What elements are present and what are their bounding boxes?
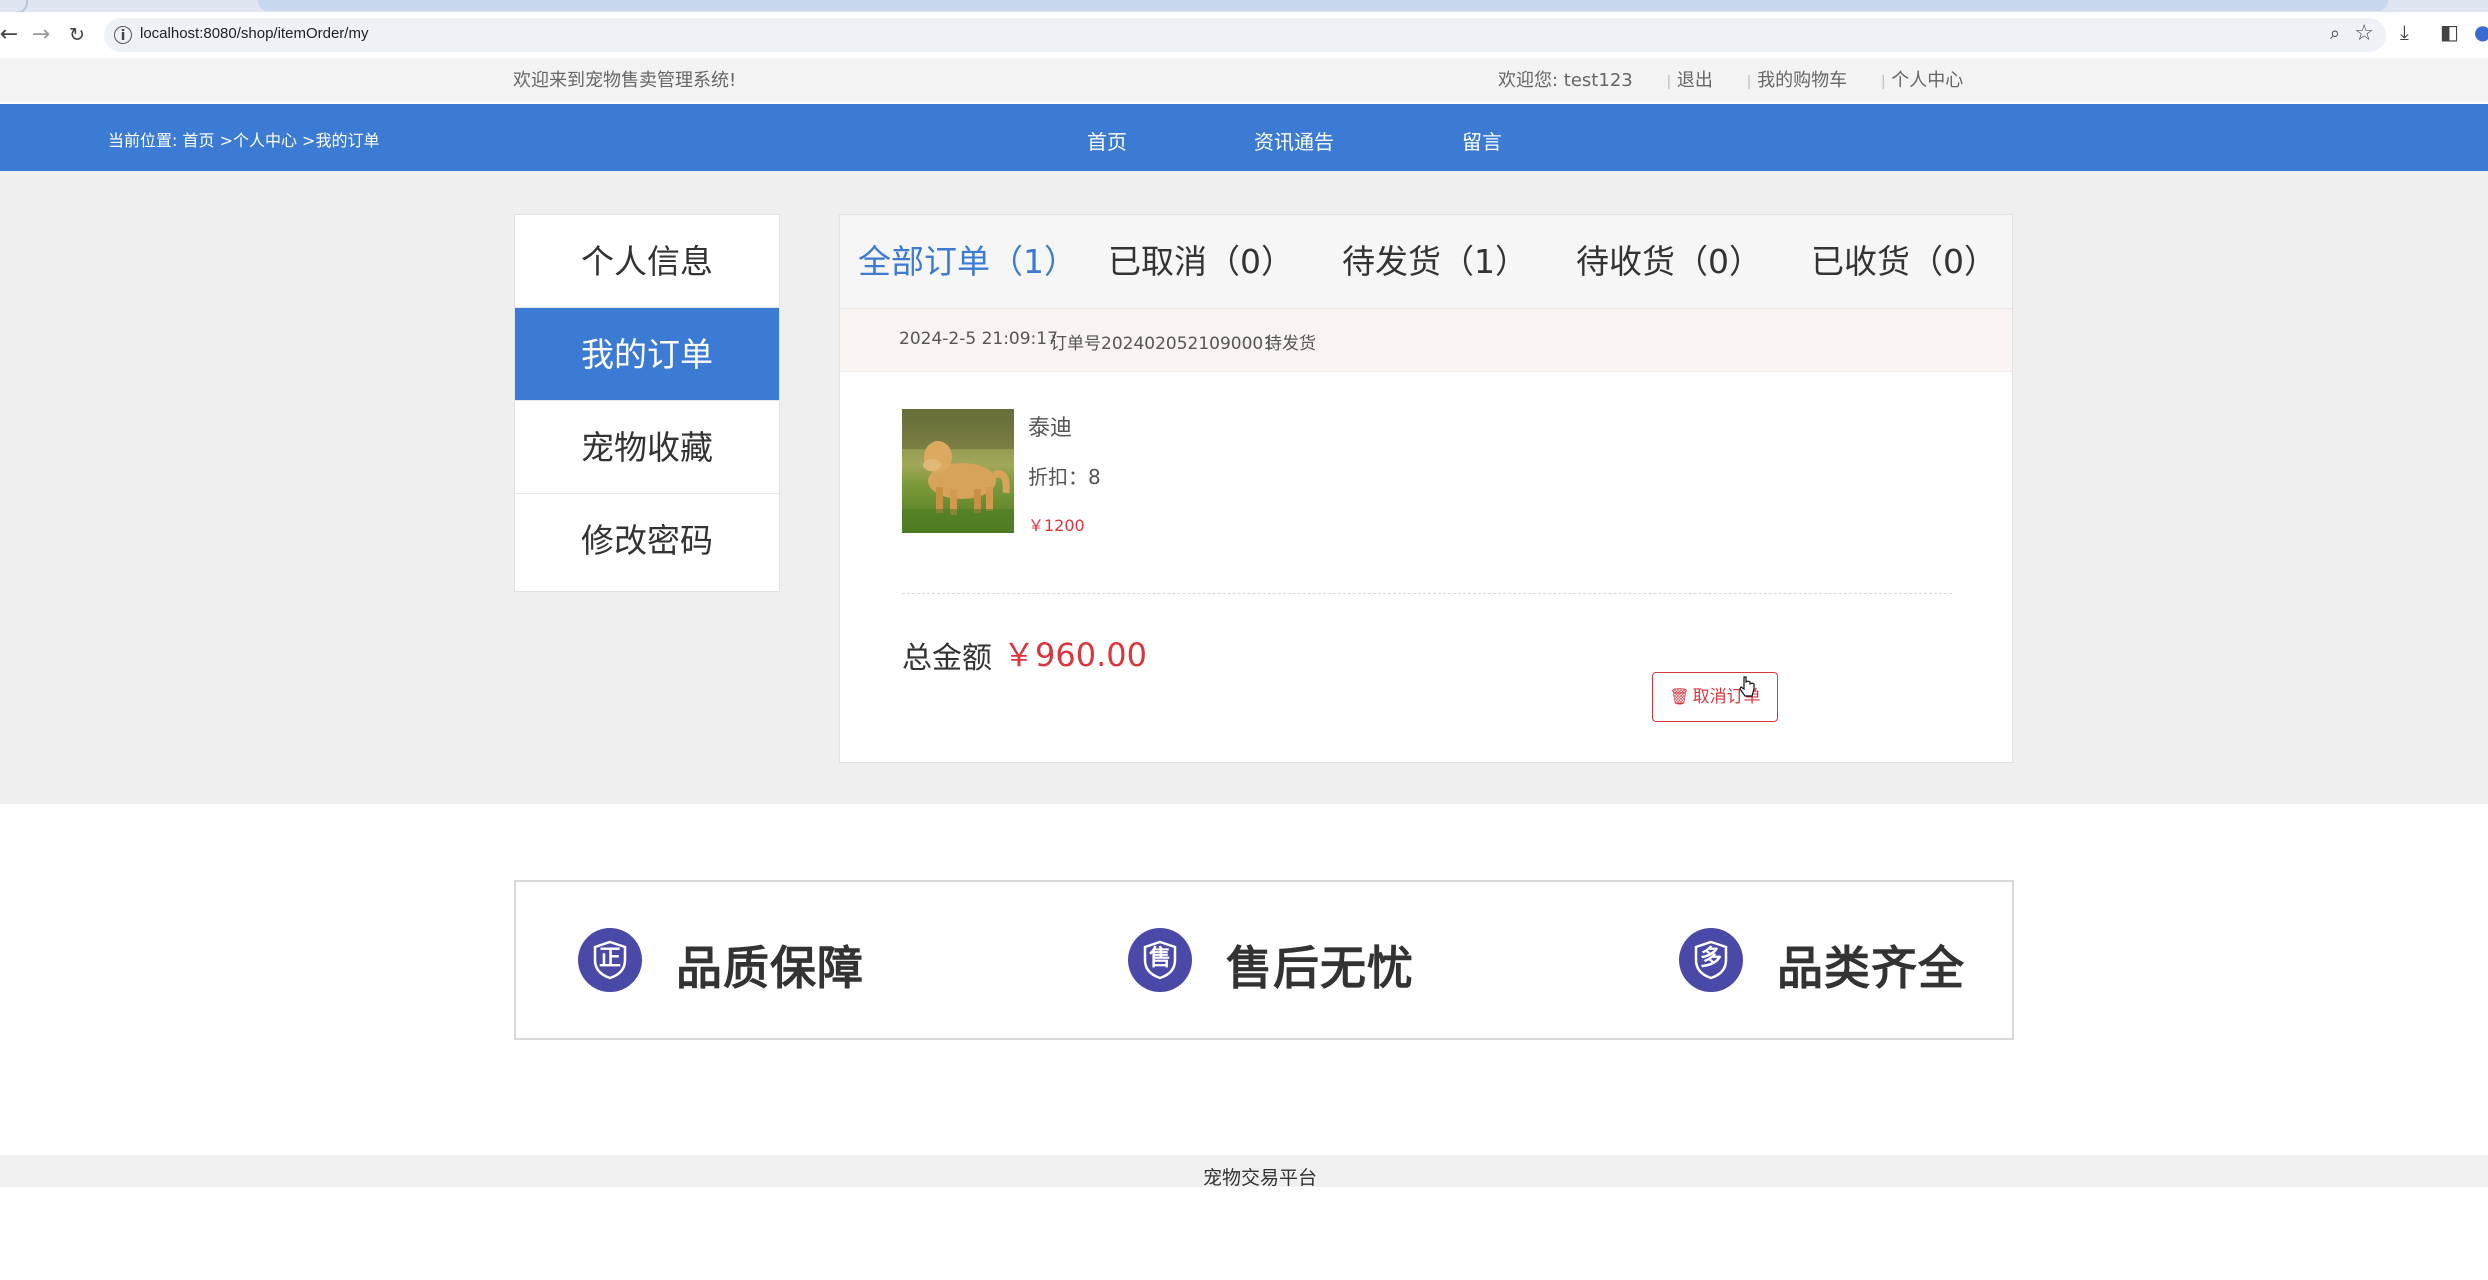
- active-tab-shape: [258, 0, 2388, 11]
- order-number: 订单号2024020521090001: [1050, 334, 1275, 354]
- tab-pending-shipment[interactable]: 待发货（1）: [1342, 215, 1528, 308]
- nav-home[interactable]: 首页: [1087, 126, 1127, 155]
- trash-icon: 🗑: [1669, 687, 1690, 706]
- tab-pending-receipt[interactable]: 待收货（0）: [1576, 215, 1762, 308]
- zoom-icon[interactable]: ⌕: [2330, 23, 2340, 44]
- logout-link[interactable]: 退出: [1677, 70, 1713, 91]
- cart-link[interactable]: 我的购物车: [1757, 70, 1847, 91]
- nav-messages[interactable]: 留言: [1462, 126, 1502, 155]
- product-thumbnail[interactable]: [902, 409, 1014, 533]
- divider: |: [1746, 74, 1752, 90]
- total-label: 总金额: [902, 641, 992, 676]
- download-icon[interactable]: ⤓: [2400, 20, 2409, 44]
- divider-line: [902, 593, 1952, 594]
- shield-duo-icon: 多: [1679, 928, 1743, 992]
- shield-zheng-icon: 正: [578, 928, 642, 992]
- tab-received[interactable]: 已收货（0）: [1811, 215, 1997, 308]
- browser-toolbar: ← → ↻ i localhost:8080/shop/itemOrder/my…: [0, 12, 2488, 58]
- icon-glyph: 正: [598, 946, 621, 971]
- back-icon[interactable]: ←: [0, 22, 22, 48]
- browser-tab-strip: [0, 0, 2488, 14]
- footer-text: 宠物交易平台: [1203, 1167, 1318, 1189]
- product-name[interactable]: 泰迪: [1028, 410, 1072, 442]
- product-discount: 折扣：8: [1028, 465, 1101, 489]
- footer: 宠物交易平台: [0, 1155, 2488, 1189]
- greeting-prefix: 欢迎您:: [1498, 70, 1564, 91]
- sidebar-item-my-orders[interactable]: 我的订单: [515, 308, 779, 401]
- top-info-bar: 欢迎来到宠物售卖管理系统! 欢迎您: test123 | 退出 | 我的购物车 …: [0, 58, 2488, 102]
- address-bar[interactable]: i localhost:8080/shop/itemOrder/my ⌕ ☆: [104, 18, 2386, 52]
- order-status: 待发货: [1265, 334, 1316, 354]
- shield-shou-icon: 售: [1128, 928, 1192, 992]
- url-text[interactable]: localhost:8080/shop/itemOrder/my: [140, 25, 368, 42]
- tab-cancelled[interactable]: 已取消（0）: [1108, 215, 1294, 308]
- order-date: 2024-2-5 21:09:17: [899, 329, 1058, 349]
- username: test123: [1563, 70, 1633, 91]
- order-tabs: 全部订单（1） 已取消（0） 待发货（1） 待收货（0） 已收货（0）: [840, 215, 2012, 309]
- main-nav: 当前位置: 首页 >个人中心 >我的订单 首页 资讯通告 留言: [0, 104, 2488, 171]
- mouse-cursor-icon: [1739, 676, 1755, 697]
- nav-news[interactable]: 资讯通告: [1254, 126, 1334, 155]
- product-price: ￥1200: [1028, 516, 1085, 535]
- welcome-text: 欢迎来到宠物售卖管理系统!: [513, 70, 737, 91]
- icon-glyph: 售: [1148, 946, 1171, 971]
- guarantee-text: 品类齐全: [1777, 941, 1965, 995]
- orders-panel: 全部订单（1） 已取消（0） 待发货（1） 待收货（0） 已收货（0） 2024…: [839, 214, 2013, 763]
- sidebar-item-pet-favorites[interactable]: 宠物收藏: [515, 401, 779, 494]
- guarantee-text: 售后无忧: [1226, 941, 1414, 995]
- user-center-link[interactable]: 个人中心: [1891, 70, 1963, 91]
- reload-icon[interactable]: ↻: [64, 22, 90, 48]
- divider: |: [1666, 74, 1672, 90]
- user-links: 欢迎您: test123 | 退出 | 我的购物车 | 个人中心: [1498, 66, 1963, 92]
- side-panel-icon[interactable]: ◧: [2440, 20, 2459, 44]
- icon-glyph: 多: [1699, 946, 1722, 971]
- guarantee-banner: 正 品质保障 售 售后无忧 多 品类齐全: [514, 880, 2014, 1040]
- bookmark-star-icon[interactable]: ☆: [2354, 21, 2374, 46]
- divider: |: [1880, 74, 1886, 90]
- total-amount: ￥960.00: [1003, 636, 1147, 674]
- account-sidebar: 个人信息 我的订单 宠物收藏 修改密码: [514, 214, 780, 592]
- order-header: 2024-2-5 21:09:17 订单号2024020521090001 待发…: [840, 309, 2012, 372]
- profile-icon[interactable]: ●: [2474, 20, 2488, 44]
- cancel-order-button[interactable]: 🗑 取消订单: [1652, 672, 1778, 722]
- forward-icon[interactable]: →: [28, 22, 54, 48]
- breadcrumb: 当前位置: 首页 >个人中心 >我的订单: [108, 131, 380, 150]
- tab-all-orders[interactable]: 全部订单（1）: [858, 215, 1077, 308]
- site-info-icon[interactable]: i: [114, 26, 132, 44]
- sidebar-item-change-password[interactable]: 修改密码: [515, 494, 779, 587]
- guarantee-text: 品质保障: [676, 941, 864, 995]
- sidebar-item-profile[interactable]: 个人信息: [515, 215, 779, 308]
